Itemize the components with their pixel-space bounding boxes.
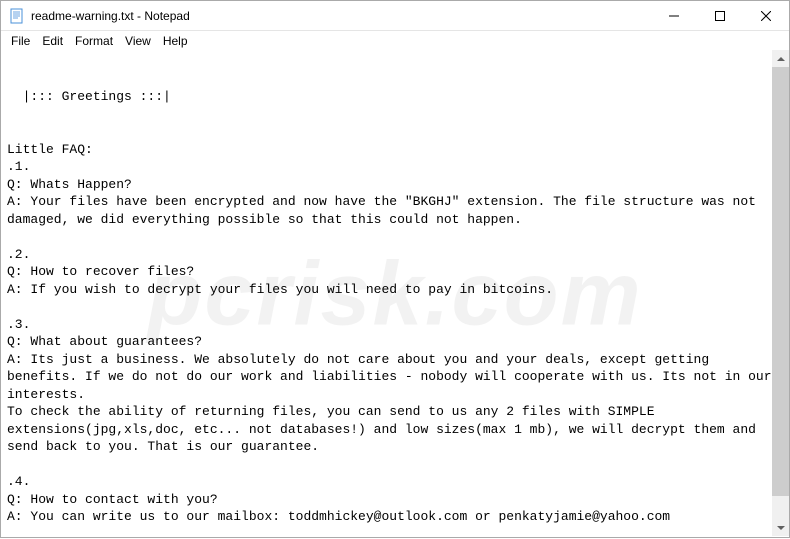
scroll-thumb[interactable] bbox=[772, 67, 789, 496]
notepad-icon bbox=[9, 8, 25, 24]
window-title: readme-warning.txt - Notepad bbox=[31, 9, 651, 23]
close-button[interactable] bbox=[743, 1, 789, 31]
menu-view[interactable]: View bbox=[119, 32, 157, 50]
text-area[interactable]: pcrisk.com |::: Greetings :::| Little FA… bbox=[1, 51, 789, 539]
menu-edit[interactable]: Edit bbox=[36, 32, 69, 50]
document-text: |::: Greetings :::| Little FAQ: .1. Q: W… bbox=[7, 89, 787, 539]
scroll-down-button[interactable] bbox=[772, 519, 789, 536]
menu-help[interactable]: Help bbox=[157, 32, 194, 50]
scroll-up-button[interactable] bbox=[772, 50, 789, 67]
menu-file[interactable]: File bbox=[5, 32, 36, 50]
menubar: File Edit Format View Help bbox=[1, 31, 789, 51]
titlebar: readme-warning.txt - Notepad bbox=[1, 1, 789, 31]
menu-format[interactable]: Format bbox=[69, 32, 119, 50]
minimize-button[interactable] bbox=[651, 1, 697, 31]
window-controls bbox=[651, 1, 789, 30]
vertical-scrollbar[interactable] bbox=[772, 50, 789, 536]
scroll-track[interactable] bbox=[772, 67, 789, 519]
maximize-button[interactable] bbox=[697, 1, 743, 31]
